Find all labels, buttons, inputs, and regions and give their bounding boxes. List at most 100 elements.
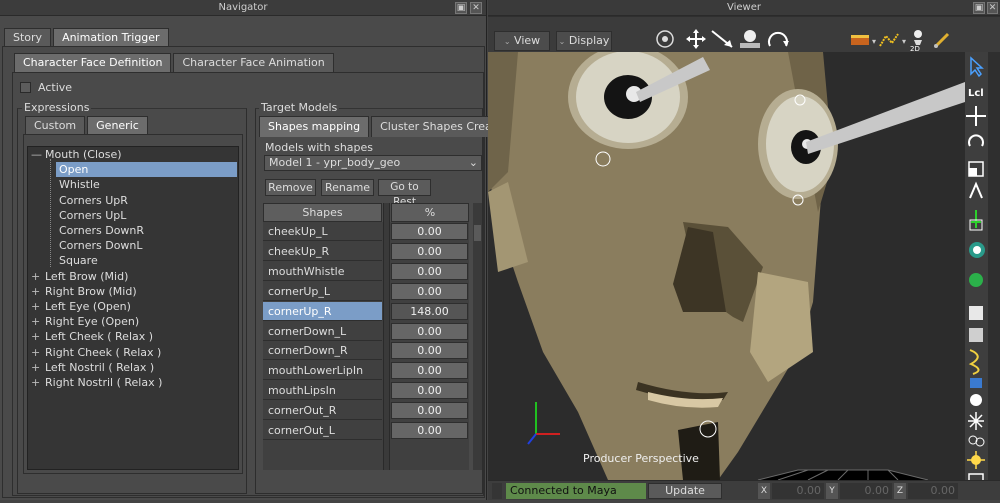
select-arrow-icon[interactable] — [970, 56, 984, 78]
shape-row[interactable]: cheekUp_R 0.00 — [263, 241, 469, 262]
expand-icon[interactable]: + — [31, 314, 45, 329]
shape-percent-field[interactable]: 0.00 — [391, 362, 468, 380]
shape-percent-field[interactable]: 148.00 — [391, 302, 468, 320]
tree-item[interactable]: Corners DownR — [56, 223, 237, 238]
path-icon[interactable] — [968, 349, 980, 375]
tree-item[interactable]: Whistle — [56, 177, 237, 192]
camera-icon[interactable] — [970, 378, 982, 388]
tree-item[interactable]: + Left Nostril ( Relax ) — [31, 360, 154, 375]
expand-icon[interactable]: + — [31, 375, 45, 390]
viewport-3d[interactable]: Producer Perspective — [488, 52, 965, 480]
link-icon[interactable] — [969, 273, 983, 287]
shape-percent-field[interactable]: 0.00 — [391, 402, 468, 420]
grid-scrollbar[interactable] — [473, 203, 482, 470]
orbit-icon[interactable] — [656, 30, 674, 48]
z-field[interactable]: 0.00 — [908, 483, 958, 499]
shape-name-cell[interactable]: cheekUp_L — [263, 222, 382, 241]
zoom-icon[interactable] — [711, 30, 733, 48]
shape-name-cell[interactable]: cornerDown_R — [263, 341, 382, 361]
shape-name-cell[interactable]: cornerUp_R — [263, 301, 382, 321]
shape-row[interactable]: cornerUp_L 0.00 — [263, 281, 469, 302]
shape-row[interactable]: mouthLowerLipIn 0.00 — [263, 361, 469, 381]
tab-custom[interactable]: Custom — [25, 116, 86, 134]
tree-item[interactable]: + Right Nostril ( Relax ) — [31, 375, 162, 390]
shape-row[interactable]: mouthLipsIn 0.00 — [263, 381, 469, 401]
tree-item[interactable]: + Right Brow (Mid) — [31, 284, 137, 299]
sun-icon[interactable] — [967, 451, 985, 469]
remove-button[interactable]: Remove — [265, 179, 316, 196]
shape-percent-field[interactable]: 0.00 — [391, 322, 468, 340]
shape-name-cell[interactable]: cornerDown_L — [263, 321, 382, 341]
cube-wire-icon[interactable] — [969, 328, 983, 342]
shape-name-cell[interactable]: mouthLowerLipIn — [263, 361, 382, 381]
shape-percent-field[interactable]: 0.00 — [391, 223, 468, 240]
shape-row[interactable]: cornerUp_R 148.00 — [263, 301, 469, 322]
shape-percent-field[interactable]: 0.00 — [391, 242, 468, 260]
shape-name-cell[interactable]: cheekUp_R — [263, 241, 382, 261]
tree-item[interactable]: Square — [56, 253, 237, 268]
x-field[interactable]: 0.00 — [772, 483, 824, 499]
rotate-icon[interactable] — [768, 31, 789, 47]
close-icon[interactable]: ✕ — [470, 2, 482, 14]
manipulator-icon[interactable] — [969, 181, 983, 199]
tree-item[interactable]: + Right Cheek ( Relax ) — [31, 345, 161, 360]
tab-animation-trigger[interactable]: Animation Trigger — [53, 28, 169, 46]
close-icon[interactable]: ✕ — [987, 2, 998, 14]
tree-item[interactable]: Corners DownL — [56, 238, 237, 253]
go-to-rest-button[interactable]: Go to Rest — [378, 179, 431, 208]
shape-row[interactable]: cornerDown_L 0.00 — [263, 321, 469, 342]
expand-icon[interactable]: + — [31, 345, 45, 360]
shape-row[interactable]: cornerOut_L 0.00 — [263, 421, 469, 441]
character-icon[interactable] — [914, 30, 922, 45]
tree-item[interactable]: + Left Brow (Mid) — [31, 269, 128, 284]
shape-name-cell[interactable]: mouthWhistle — [263, 261, 382, 281]
expand-icon[interactable]: + — [31, 329, 45, 344]
pick-globe-icon[interactable] — [969, 242, 985, 258]
shape-name-cell[interactable]: cornerUp_L — [263, 281, 382, 301]
tab-character-face-definition[interactable]: Character Face Definition — [14, 53, 172, 72]
rename-button[interactable]: Rename — [321, 179, 374, 196]
shape-percent-field[interactable]: 0.00 — [391, 422, 468, 439]
shape-row[interactable]: cornerOut_R 0.00 — [263, 401, 469, 421]
expand-icon[interactable]: + — [31, 284, 45, 299]
model-select[interactable]: Model 1 - ypr_body_geo ⌄ — [264, 155, 482, 171]
shape-row[interactable]: cheekUp_L 0.00 — [263, 222, 469, 242]
timeline-icon[interactable] — [851, 35, 869, 45]
tree-item[interactable]: — Mouth (Close) — [31, 147, 122, 162]
local-mode-label[interactable]: Lcl — [968, 88, 984, 99]
tree-item[interactable]: + Left Cheek ( Relax ) — [31, 329, 153, 344]
shape-percent-field[interactable]: 0.00 — [391, 342, 468, 360]
shape-name-cell[interactable]: mouthLipsIn — [263, 381, 382, 401]
scrollbar-thumb[interactable] — [474, 225, 481, 241]
update-button[interactable]: Update — [648, 483, 722, 499]
cube-icon[interactable] — [969, 306, 983, 320]
light-icon[interactable] — [970, 394, 982, 406]
tab-generic[interactable]: Generic — [87, 116, 148, 134]
active-checkbox[interactable] — [20, 82, 31, 93]
shape-percent-field[interactable]: 0.00 — [391, 282, 468, 300]
marker-icon[interactable] — [968, 412, 984, 430]
expand-icon[interactable]: + — [31, 269, 45, 284]
pan-icon[interactable] — [686, 29, 706, 49]
shape-name-cell[interactable]: cornerOut_L — [263, 421, 382, 440]
percent-column-header[interactable]: % — [391, 203, 469, 222]
collapse-icon[interactable]: — — [31, 147, 45, 162]
display-menu[interactable]: ⌄ Display — [556, 31, 612, 51]
shape-row[interactable]: mouthWhistle 0.00 — [263, 261, 469, 282]
tab-character-face-animation[interactable]: Character Face Animation — [173, 53, 334, 72]
float-icon[interactable]: ▣ — [455, 2, 467, 14]
float-icon[interactable]: ▣ — [973, 2, 985, 14]
rotate-icon[interactable] — [968, 134, 984, 147]
expand-icon[interactable]: + — [31, 299, 45, 314]
snap-icon[interactable] — [969, 210, 983, 231]
tree-item[interactable]: + Left Eye (Open) — [31, 299, 131, 314]
curve-icon[interactable] — [879, 33, 899, 47]
shape-row[interactable]: cornerDown_R 0.00 — [263, 341, 469, 361]
view-menu[interactable]: ⌄ View — [494, 31, 550, 51]
tree-item[interactable]: Corners UpL — [56, 208, 237, 223]
zoom-region-icon[interactable] — [740, 30, 760, 48]
expand-icon[interactable]: + — [31, 360, 45, 375]
tree-item[interactable]: Open — [56, 162, 237, 178]
shape-percent-field[interactable]: 0.00 — [391, 382, 468, 400]
tree-item[interactable]: Corners UpR — [56, 193, 237, 208]
